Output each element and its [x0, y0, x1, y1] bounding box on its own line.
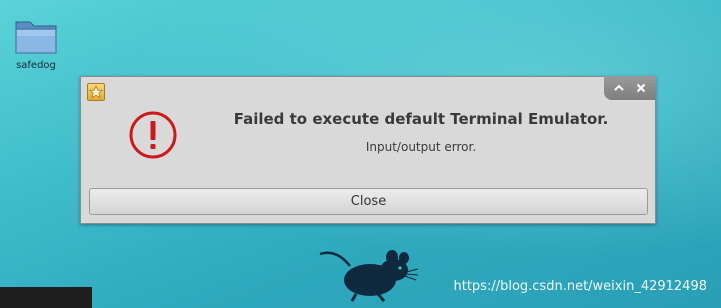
chevron-up-icon: [614, 84, 624, 91]
window-controls: [604, 76, 656, 100]
xfce-mouse-logo: [318, 244, 422, 302]
error-detail: Input/output error.: [365, 140, 477, 154]
folder-icon: [13, 16, 59, 56]
taskbar[interactable]: [0, 287, 92, 308]
maximize-button[interactable]: [610, 79, 628, 97]
star-app-icon: [87, 83, 105, 101]
error-icon: [128, 110, 178, 160]
close-window-button[interactable]: [632, 79, 650, 97]
desktop-icon-label: safedog: [16, 60, 56, 71]
close-button[interactable]: Close: [89, 188, 648, 215]
error-dialog: Failed to execute default Terminal Emula…: [80, 76, 656, 224]
close-icon: [636, 83, 646, 93]
desktop-icon-safedog[interactable]: safedog: [8, 16, 64, 71]
watermark: https://blog.csdn.net/weixin_42912498: [453, 279, 707, 294]
error-title: Failed to execute default Terminal Emula…: [233, 110, 609, 128]
